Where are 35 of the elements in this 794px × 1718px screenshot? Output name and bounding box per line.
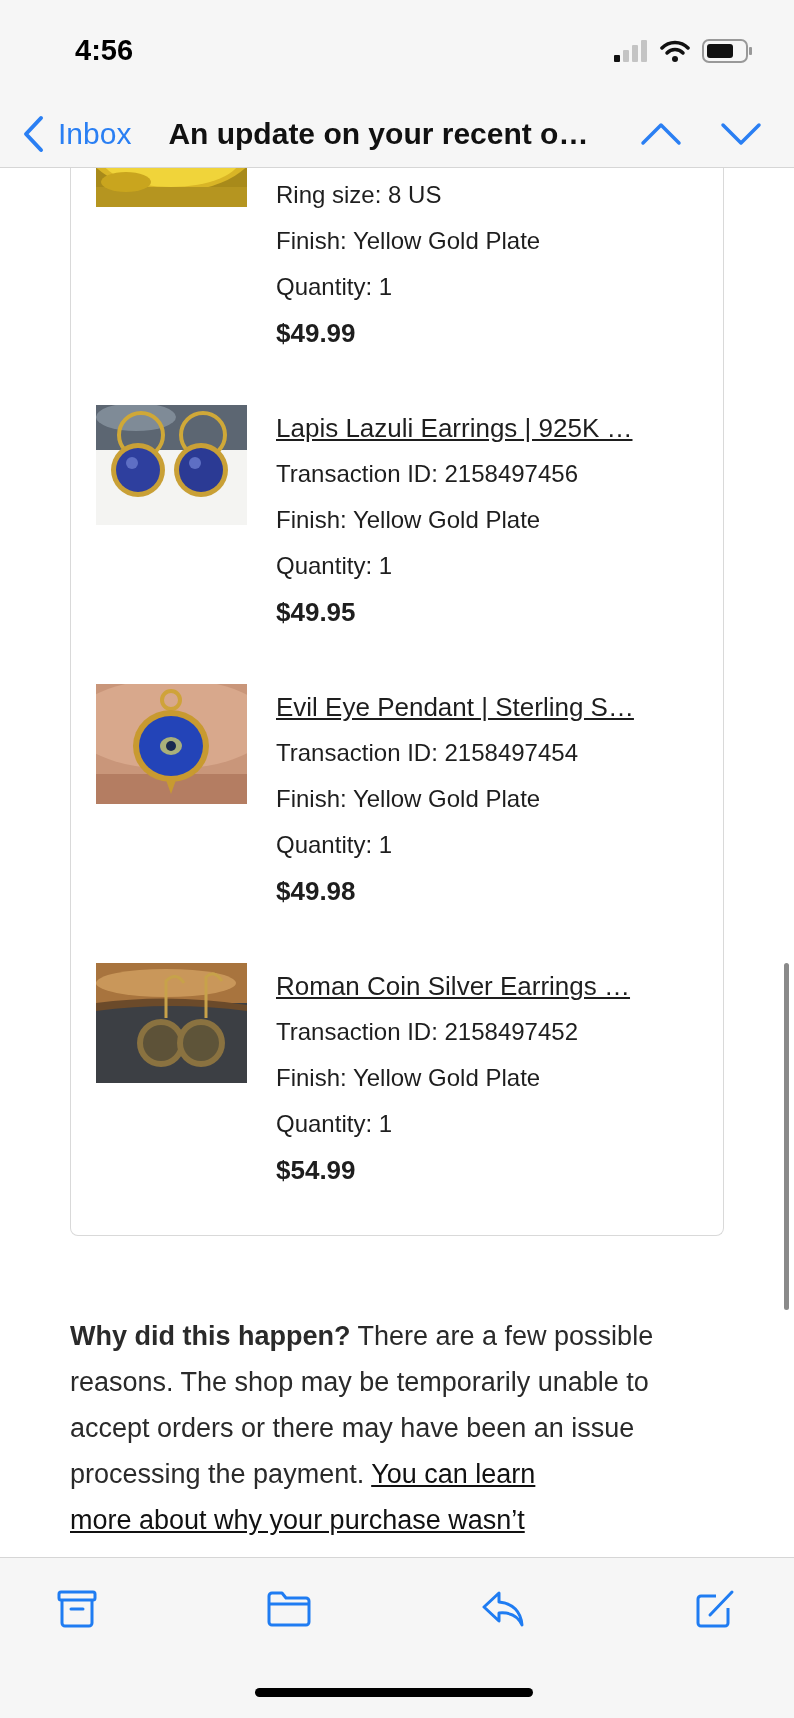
item-detail: Transaction ID: 2158497452 <box>276 1017 579 1047</box>
up-chevron-icon[interactable] <box>640 121 682 146</box>
item-detail: Quantity: 1 <box>276 551 394 581</box>
product-link[interactable]: Evil Eye Pendant | Sterling S… <box>276 684 634 730</box>
item-detail: Finish: Yellow Gold Plate <box>276 505 542 535</box>
item-detail: Transaction ID: 2158497454 <box>276 738 579 768</box>
compose-icon[interactable] <box>694 1588 736 1630</box>
signal-icon <box>614 40 648 62</box>
item-detail: Ring size: 8 US <box>276 180 443 210</box>
archive-icon[interactable] <box>57 1590 97 1628</box>
item-price: $49.98 <box>276 875 357 908</box>
item-price: $49.99 <box>276 317 357 350</box>
status-time: 4:56 <box>75 33 134 69</box>
item-price: $54.99 <box>276 1154 357 1187</box>
back-chevron-icon <box>22 114 44 153</box>
item-detail: Finish: Yellow Gold Plate <box>276 1063 542 1093</box>
email-subject: An update on your recent o… <box>168 116 589 152</box>
battery-icon <box>702 39 752 63</box>
back-button[interactable]: Inbox <box>22 111 132 156</box>
learn-more-link[interactable]: more about why your purchase wasn’t <box>70 1505 525 1535</box>
reply-icon[interactable] <box>481 1590 525 1628</box>
down-chevron-icon[interactable] <box>720 121 762 146</box>
item-detail: Finish: Yellow Gold Plate <box>276 784 542 814</box>
item-detail: Quantity: 1 <box>276 272 394 302</box>
item-detail: Finish: Yellow Gold Plate <box>276 226 541 256</box>
learn-more-link[interactable]: You can learn <box>371 1459 536 1489</box>
explanation-paragraph: Why did this happen? There are a few possible reasons. The shop may be temporarily unable to accept orders or there may have been an issue processing the payment. You can learn more about why your purchase wasn’t <box>70 1320 655 1537</box>
item-detail: Quantity: 1 <box>276 1109 394 1139</box>
item-detail: Transaction ID: 2158497456 <box>276 459 579 489</box>
item-detail: Quantity: 1 <box>276 830 394 860</box>
wifi-icon <box>660 40 690 62</box>
product-link[interactable]: Roman Coin Silver Earrings … <box>276 963 630 1009</box>
folder-icon[interactable] <box>266 1590 312 1628</box>
product-link[interactable]: Lapis Lazuli Earrings | 925K … <box>276 405 633 451</box>
item-price: $49.95 <box>276 596 357 629</box>
